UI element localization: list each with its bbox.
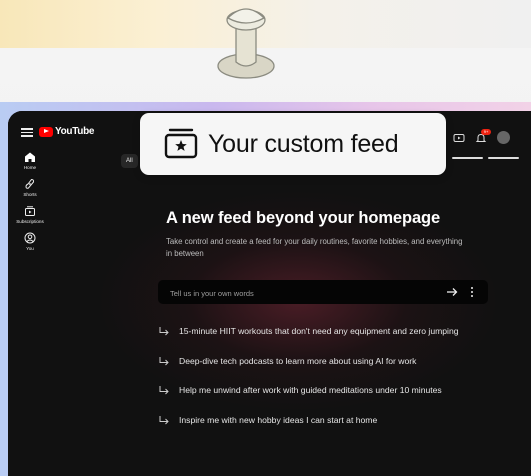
header-bar	[488, 157, 519, 159]
suggestion-text: Inspire me with new hobby ideas I can st…	[179, 414, 378, 425]
suggestion-item[interactable]: 15-minute HIIT workouts that don't need …	[158, 324, 518, 338]
arrow-turn-right-icon	[159, 356, 169, 365]
sidebar-item-subscriptions[interactable]: Subscriptions	[8, 205, 52, 224]
star-feed-icon	[164, 128, 198, 159]
notification-badge: 9+	[481, 128, 491, 135]
header-actions: 9+	[453, 128, 510, 144]
arrow-turn-right-icon	[159, 327, 169, 336]
page-description: Take control and create a feed for your …	[166, 237, 463, 258]
sidebar-item-label: Subscriptions	[16, 219, 44, 224]
avatar[interactable]	[497, 131, 510, 144]
subscriptions-icon	[25, 206, 35, 216]
sidebar-item-label: Shorts	[23, 192, 37, 197]
custom-feed-callout: Your custom feed	[140, 113, 446, 175]
notifications-icon[interactable]: 9+	[475, 128, 491, 144]
sidebar-item-label: Home	[23, 165, 37, 170]
logo-text: YouTube	[55, 126, 95, 137]
sidebar-item-you[interactable]: You	[8, 232, 52, 251]
feed-prompt-box	[158, 280, 488, 306]
suggestion-text: Deep-dive tech podcasts to learn more ab…	[179, 355, 417, 366]
home-icon	[25, 152, 35, 162]
header-progress-bars	[452, 157, 519, 159]
header-bar	[452, 157, 483, 159]
more-options-icon[interactable]	[469, 286, 475, 298]
suggestion-text: 15-minute HIIT workouts that don't need …	[179, 326, 459, 336]
arrow-right-icon[interactable]	[445, 285, 459, 299]
sidebar: Home Shorts Subscriptions You	[8, 151, 52, 259]
chip-all[interactable]: All	[121, 154, 138, 168]
shorts-icon	[25, 178, 35, 189]
sidebar-item-home[interactable]: Home	[8, 151, 52, 170]
suggestion-list: 15-minute HIIT workouts that don't need …	[158, 324, 518, 442]
suggestion-item[interactable]: Inspire me with new hobby ideas I can st…	[158, 413, 518, 427]
callout-title: Your custom feed	[208, 130, 399, 158]
youtube-logo[interactable]: YouTube	[39, 126, 95, 137]
suggestion-item[interactable]: Help me unwind after work with guided me…	[158, 383, 518, 397]
you-icon	[24, 232, 36, 244]
arrow-turn-right-icon	[159, 386, 169, 395]
feed-intro: A new feed beyond your homepage Take con…	[166, 209, 506, 260]
create-icon[interactable]	[453, 132, 465, 144]
sidebar-item-label: You	[26, 246, 34, 251]
page-title: A new feed beyond your homepage	[166, 209, 441, 227]
push-pin-icon	[217, 8, 275, 79]
arrow-turn-right-icon	[159, 415, 169, 424]
hamburger-menu-icon[interactable]	[21, 128, 33, 137]
feed-prompt-input[interactable]	[168, 280, 422, 306]
suggestion-text: Help me unwind after work with guided me…	[179, 385, 442, 395]
sidebar-item-shorts[interactable]: Shorts	[8, 178, 52, 197]
play-logo-icon	[39, 126, 53, 137]
suggestion-item[interactable]: Deep-dive tech podcasts to learn more ab…	[158, 354, 518, 368]
